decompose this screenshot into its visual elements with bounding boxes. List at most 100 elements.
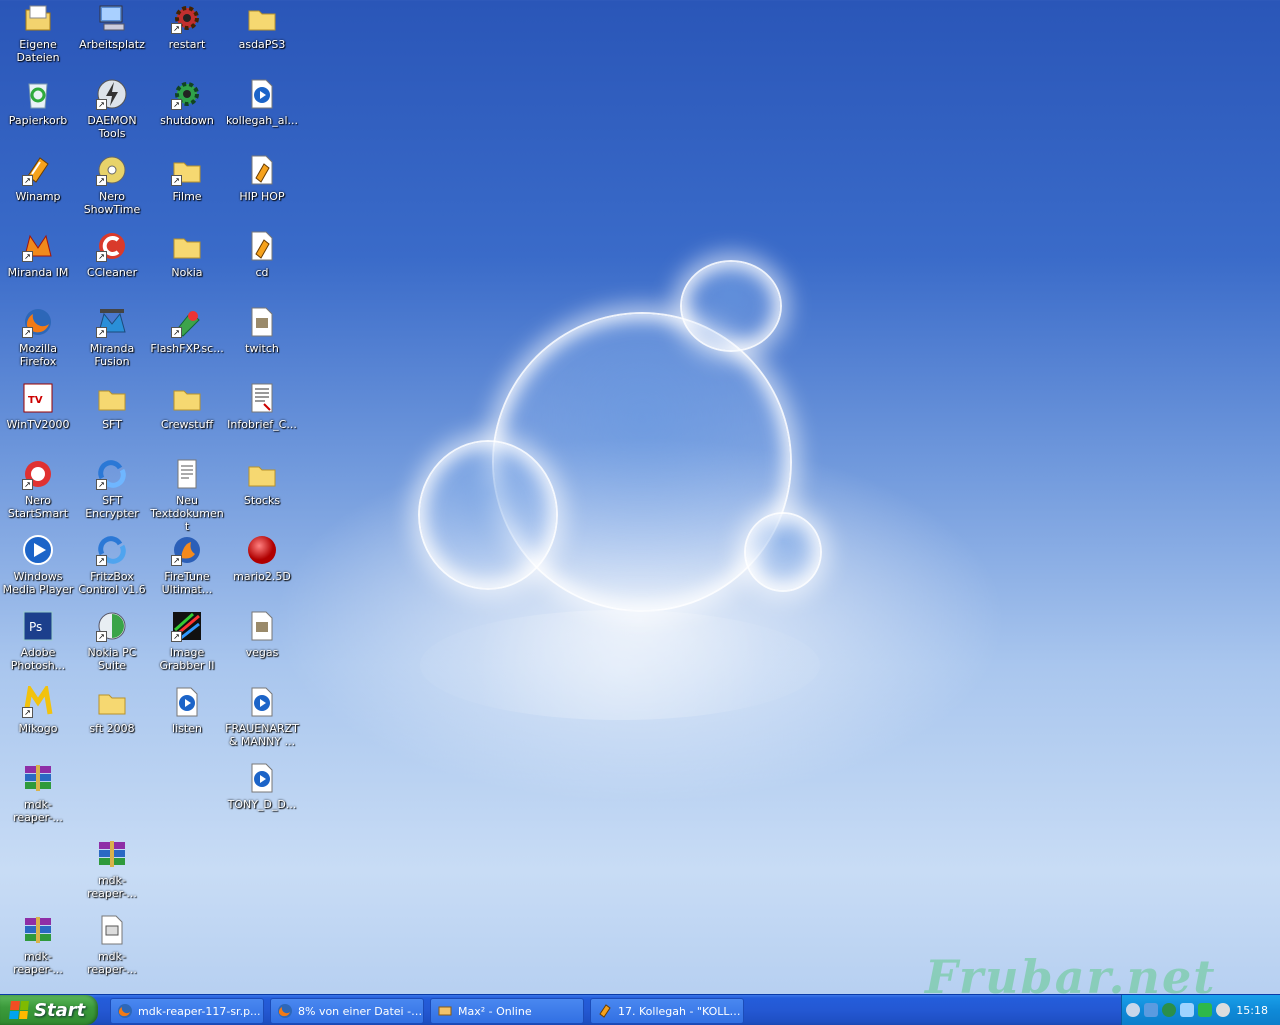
firetune-icon: ↗ <box>171 534 203 566</box>
icon-label: Nero StartSmart <box>7 494 69 520</box>
desktop-icon-eigene-dateien[interactable]: Eigene Dateien <box>0 2 76 64</box>
nero-startsmart-icon: ↗ <box>22 458 54 490</box>
icon-label: FritzBox Control v1.6 <box>78 570 146 596</box>
icon-label: Winamp <box>15 190 61 203</box>
wintv-icon: TV <box>22 382 54 414</box>
desktop-icon-miranda-im[interactable]: ↗ Miranda IM <box>0 230 76 279</box>
desktop-icon-stocks[interactable]: Stocks <box>224 458 300 507</box>
wifi-icon[interactable] <box>1180 1003 1194 1017</box>
desktop-icon-firetune[interactable]: ↗ FireTune Ultimat... <box>149 534 225 596</box>
mikogo-icon: ↗ <box>22 683 54 718</box>
globe-icon[interactable] <box>1162 1003 1176 1017</box>
taskbar-button-download[interactable]: 8% von einer Datei - ... <box>270 998 424 1024</box>
network-icon[interactable] <box>1144 1003 1158 1017</box>
desktop-icon-winamp[interactable]: ↗ Winamp <box>0 154 76 203</box>
miranda-fusion-icon: ↗ <box>96 306 128 338</box>
image-file-icon <box>246 610 278 642</box>
desktop-icon-asdaps3[interactable]: asdaPS3 <box>224 2 300 51</box>
icon-label: Arbeitsplatz <box>79 38 145 51</box>
shortcut-arrow-icon: ↗ <box>96 479 107 490</box>
desktop-icon-hip-hop[interactable]: HIP HOP <box>224 154 300 203</box>
icon-label: FRAUENARZT & MANNY ... <box>225 722 299 748</box>
desktop-icon-sft[interactable]: SFT <box>74 382 150 431</box>
icon-label: Stocks <box>243 494 281 507</box>
winamp-icon <box>599 1004 611 1018</box>
desktop-icon-nero-startsmart[interactable]: ↗ Nero StartSmart <box>0 458 76 520</box>
folder-icon <box>171 230 203 262</box>
desktop-icon-twitch[interactable]: twitch <box>224 306 300 355</box>
desktop-icon-sft-encrypter[interactable]: ↗ SFT Encrypter <box>74 458 150 520</box>
clock[interactable]: 15:18 <box>1236 1004 1268 1017</box>
messenger-icon <box>438 1006 452 1016</box>
icon-label: Windows Media Player <box>2 570 74 596</box>
desktop-icon-ccleaner[interactable]: ↗ CCleaner <box>74 230 150 279</box>
desktop-icon-daemon-tools[interactable]: ↗ DAEMON Tools <box>74 78 150 140</box>
desktop: Eigene Dateien Papierkorb ↗ Winamp ↗ Mir… <box>0 0 1280 1004</box>
desktop-icon-windows-media-player[interactable]: Windows Media Player <box>0 534 76 596</box>
desktop-icon-cd[interactable]: cd <box>224 230 300 279</box>
desktop-icon-mdk-reaper-4[interactable]: mdk-reaper-... <box>74 914 150 976</box>
shortcut-arrow-icon: ↗ <box>96 631 107 642</box>
icon-label: HIP HOP <box>239 190 285 203</box>
media-file-icon <box>246 762 278 794</box>
desktop-icon-sft-2008[interactable]: sft 2008 <box>74 686 150 735</box>
photoshop-icon: Ps <box>22 610 54 642</box>
desktop-icon-crewstuff[interactable]: Crewstuff <box>149 382 225 431</box>
desktop-icon-adobe-photoshop[interactable]: Ps Adobe Photosh... <box>0 610 76 672</box>
desktop-icon-frauenarzt[interactable]: FRAUENARZT & MANNY ... <box>224 686 300 748</box>
desktop-icon-flashfxp[interactable]: ↗ FlashFXP.sc... <box>149 306 225 355</box>
shortcut-arrow-icon: ↗ <box>96 251 107 262</box>
gear-shortcut-icon: ↗ <box>171 78 203 110</box>
desktop-icon-filme[interactable]: ↗ Filme <box>149 154 225 203</box>
desktop-icon-kollegah[interactable]: kollegah_al... <box>224 78 300 127</box>
tray-back-icon[interactable] <box>1126 1003 1140 1017</box>
desktop-icon-papierkorb[interactable]: Papierkorb <box>0 78 76 127</box>
taskbar-button-winamp[interactable]: 17. Kollegah - "KOLLE... <box>590 998 744 1024</box>
desktop-icon-mdk-reaper-3[interactable]: mdk-reaper-... <box>0 914 76 976</box>
sft-encrypter-icon: ↗ <box>96 458 128 490</box>
desktop-icon-mdk-reaper-2[interactable]: mdk-reaper-... <box>74 838 150 900</box>
desktop-icon-shutdown[interactable]: ↗ shutdown <box>149 78 225 127</box>
desktop-icon-miranda-fusion[interactable]: ↗ Miranda Fusion <box>74 306 150 368</box>
shortcut-arrow-icon: ↗ <box>22 251 33 262</box>
desktop-icon-restart[interactable]: ↗ restart <box>149 2 225 51</box>
miranda-icon: ↗ <box>22 230 54 262</box>
desktop-icon-tony-d[interactable]: TONY_D_D... <box>224 762 300 811</box>
desktop-icon-nokia[interactable]: Nokia <box>149 230 225 279</box>
desktop-icon-wintv2000[interactable]: TV WinTV2000 <box>0 382 76 431</box>
icon-label: Miranda Fusion <box>89 342 135 368</box>
icon-label: FlashFXP.sc... <box>150 342 224 355</box>
desktop-icon-nero-showtime[interactable]: ↗ Nero ShowTime <box>74 154 150 216</box>
taskbar-button-mdk-reaper[interactable]: mdk-reaper-117-sr.p... <box>110 998 264 1024</box>
icon-label: asdaPS3 <box>238 38 286 51</box>
image-grabber-icon: ↗ <box>171 610 203 642</box>
desktop-icon-image-grabber[interactable]: ↗ Image Grabber II <box>149 610 225 672</box>
desktop-icon-arbeitsplatz[interactable]: Arbeitsplatz <box>74 2 150 51</box>
winamp-icon: ↗ <box>22 154 54 186</box>
icon-label: restart <box>168 38 206 51</box>
desktop-icon-mdk-reaper-1[interactable]: mdk-reaper-... <box>0 762 76 824</box>
desktop-icon-infobrief[interactable]: Infobrief_C... <box>224 382 300 431</box>
taskbar-button-max-online[interactable]: Max² - Online <box>430 998 584 1024</box>
shortcut-arrow-icon: ↗ <box>171 327 182 338</box>
shortcut-arrow-icon: ↗ <box>171 555 182 566</box>
firefox-icon: ↗ <box>22 306 54 338</box>
start-button[interactable]: Start <box>0 995 98 1025</box>
desktop-icon-vegas[interactable]: vegas <box>224 610 300 659</box>
folder-icon <box>246 458 278 490</box>
icon-label: shutdown <box>160 114 214 127</box>
desktop-icon-mario2-5d[interactable]: mario2.5D <box>224 534 300 583</box>
signal-icon[interactable] <box>1198 1003 1212 1017</box>
icon-label: cd <box>255 266 269 279</box>
exe-file-icon <box>96 914 128 946</box>
icon-label: Mikogo <box>18 722 58 735</box>
desktop-icon-mikogo[interactable]: ↗ Mikogo <box>0 683 76 735</box>
speaker-icon[interactable] <box>1216 1003 1230 1017</box>
desktop-icon-listen[interactable]: listen <box>149 686 225 735</box>
desktop-icon-neu-textdokument[interactable]: Neu Textdokument <box>149 458 225 533</box>
desktop-icon-nokia-pc-suite[interactable]: ↗ Nokia PC Suite <box>74 610 150 672</box>
desktop-icon-mozilla-firefox[interactable]: ↗ Mozilla Firefox <box>0 306 76 368</box>
wallpaper-bubble-left <box>418 440 558 590</box>
desktop-icon-fritzbox-control[interactable]: ↗ FritzBox Control v1.6 <box>74 534 150 596</box>
playlist-file-icon <box>246 154 278 186</box>
